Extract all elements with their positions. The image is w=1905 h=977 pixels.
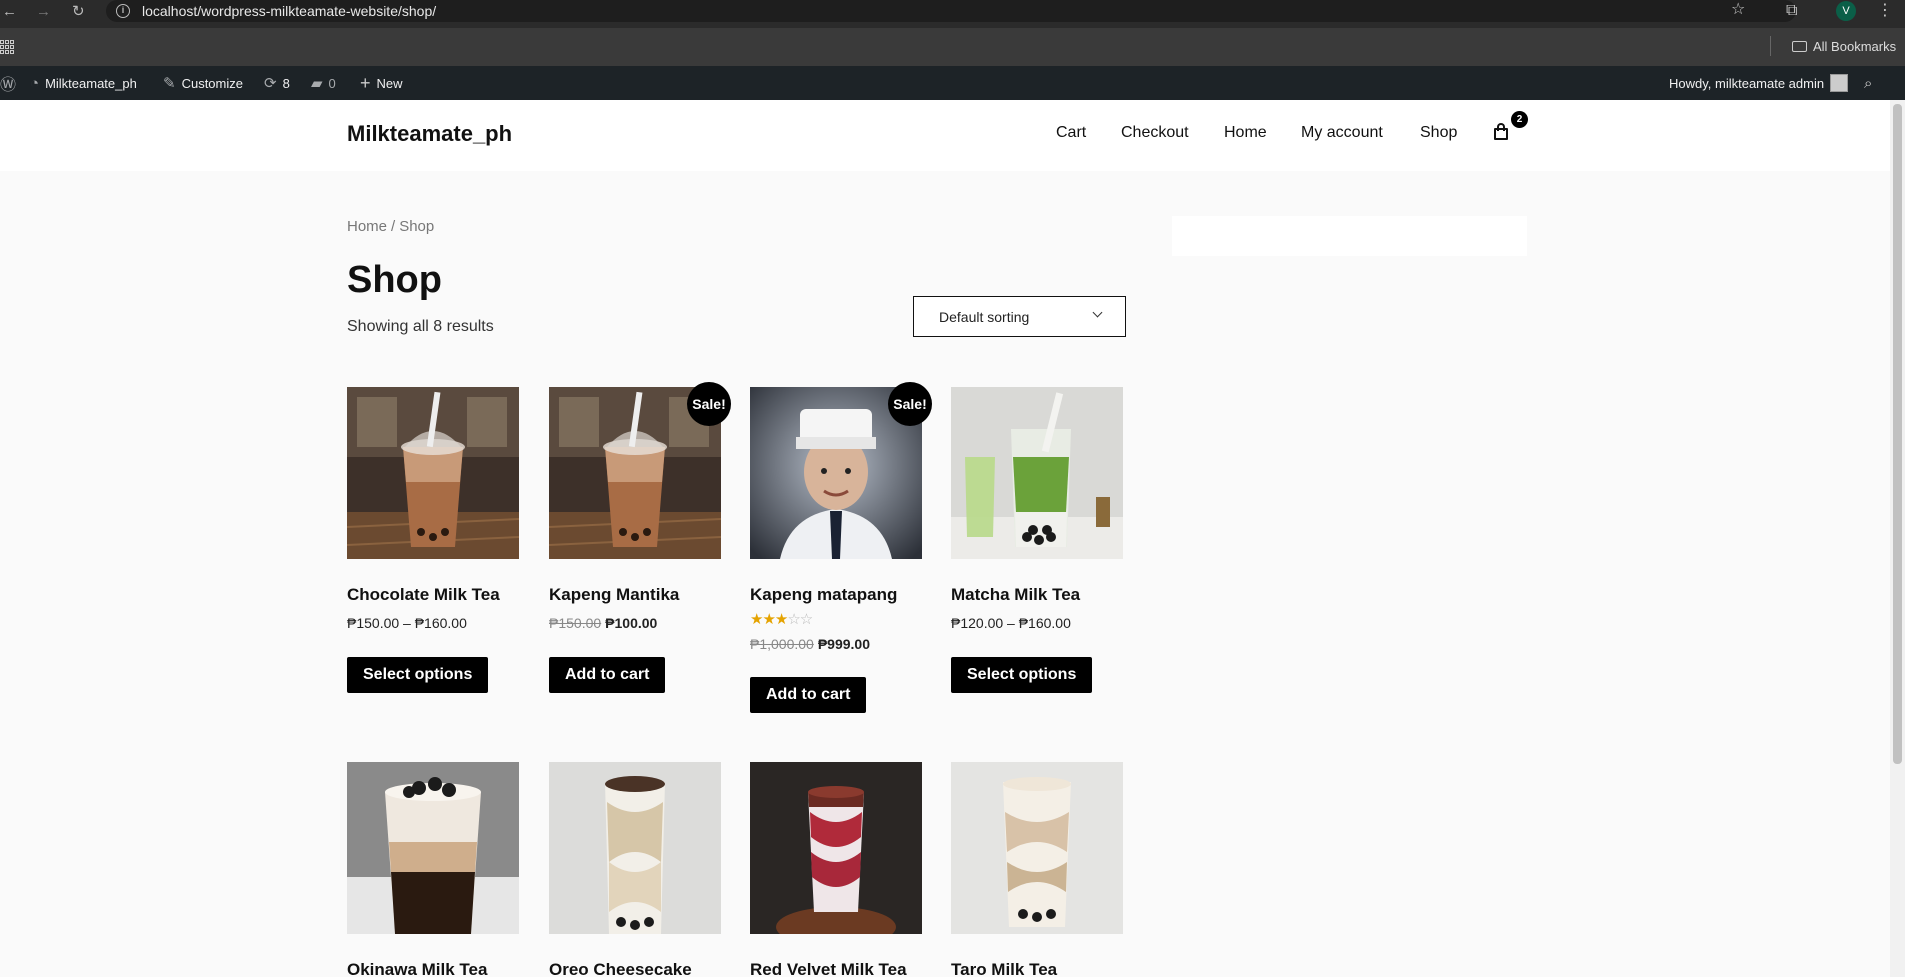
- star-icon: ★★★: [750, 611, 788, 628]
- admin-customize[interactable]: ✎ Customize: [163, 66, 243, 100]
- product-image[interactable]: [549, 762, 721, 934]
- sale-badge: Sale!: [687, 382, 731, 426]
- breadcrumb: Home / Shop: [347, 218, 435, 235]
- product-image[interactable]: [951, 387, 1123, 559]
- chevron-down-icon: [1092, 307, 1103, 318]
- nav-cart[interactable]: Cart: [1056, 124, 1086, 142]
- back-icon[interactable]: ←: [2, 2, 17, 22]
- select-options-button[interactable]: Select options: [951, 657, 1093, 693]
- brush-icon: ✎: [163, 75, 176, 92]
- product-price: ₱150.00 – ₱160.00: [347, 615, 467, 631]
- nav-home[interactable]: Home: [1224, 124, 1267, 142]
- product-title[interactable]: Kapeng Mantika: [549, 585, 679, 605]
- add-to-cart-button[interactable]: Add to cart: [549, 657, 666, 693]
- nav-my-account[interactable]: My account: [1301, 124, 1383, 142]
- admin-updates[interactable]: ⟳ 8: [264, 66, 290, 100]
- product-image[interactable]: [750, 762, 922, 934]
- wp-logo-icon[interactable]: Ⓦ: [0, 66, 16, 100]
- sorting-select[interactable]: Default sorting: [913, 296, 1126, 337]
- admin-search-icon[interactable]: ⌕: [1864, 66, 1872, 100]
- admin-site-name[interactable]: ◔ Milkteamate_ph: [30, 66, 137, 100]
- product-image[interactable]: [951, 762, 1123, 934]
- star-rating: ★★★☆☆: [750, 610, 813, 628]
- admin-avatar: [1830, 74, 1849, 92]
- sidebar-widget: [1172, 216, 1527, 256]
- site-header: [0, 100, 1890, 171]
- updates-icon: ⟳: [264, 75, 277, 92]
- nav-shop[interactable]: Shop: [1420, 124, 1457, 142]
- url-text[interactable]: localhost/wordpress-milkteamate-website/…: [142, 3, 436, 19]
- plus-icon: +: [360, 72, 371, 93]
- admin-new[interactable]: + New: [360, 66, 403, 100]
- browser-toolbar: ← → ↻ i localhost/wordpress-milkteamate-…: [0, 0, 1905, 28]
- bookmarks-divider: [1770, 36, 1771, 56]
- product-title[interactable]: Matcha Milk Tea: [951, 585, 1080, 605]
- cart-count-badge: 2: [1511, 111, 1528, 128]
- select-options-button[interactable]: Select options: [347, 657, 489, 693]
- comment-icon: ▰: [311, 75, 323, 92]
- product-price: ₱1,000.00 ₱999.00: [750, 636, 871, 652]
- admin-my-account[interactable]: Howdy, milkteamate admin: [1669, 66, 1849, 100]
- site-info-icon[interactable]: i: [116, 4, 130, 18]
- site-title[interactable]: Milkteamate_ph: [347, 121, 512, 147]
- wp-admin-bar: Ⓦ ◔ Milkteamate_ph ✎ Customize ⟳ 8 ▰ 0 +…: [0, 66, 1905, 100]
- bookmarks-bar: [0, 28, 1905, 66]
- product-title[interactable]: Oreo Cheesecake: [549, 960, 692, 977]
- product-title[interactable]: Okinawa Milk Tea: [347, 960, 487, 977]
- folder-icon: [1792, 41, 1807, 52]
- product-title[interactable]: Chocolate Milk Tea: [347, 585, 500, 605]
- cart-bag-icon[interactable]: [1494, 123, 1508, 140]
- product-price: ₱120.00 – ₱160.00: [951, 615, 1071, 631]
- forward-icon[interactable]: →: [36, 2, 51, 22]
- add-to-cart-button[interactable]: Add to cart: [750, 677, 867, 713]
- breadcrumb-current: Shop: [399, 218, 435, 235]
- product-title[interactable]: Kapeng matapang: [750, 585, 897, 605]
- product-title[interactable]: Red Velvet Milk Tea: [750, 960, 907, 977]
- scrollbar-thumb[interactable]: [1893, 104, 1902, 764]
- product-image[interactable]: [347, 387, 519, 559]
- admin-comments[interactable]: ▰ 0: [311, 66, 336, 100]
- result-count: Showing all 8 results: [347, 318, 494, 335]
- address-bar[interactable]: i localhost/wordpress-milkteamate-websit…: [106, 0, 1796, 22]
- all-bookmarks-button[interactable]: All Bookmarks: [1792, 39, 1896, 54]
- bookmark-star-icon[interactable]: ☆: [1731, 0, 1745, 20]
- product-image[interactable]: [347, 762, 519, 934]
- extensions-icon[interactable]: ⧉: [1786, 1, 1797, 21]
- reload-icon[interactable]: ↻: [72, 2, 85, 22]
- sorting-selected: Default sorting: [939, 309, 1030, 325]
- all-bookmarks-label: All Bookmarks: [1813, 39, 1897, 54]
- profile-avatar[interactable]: V: [1836, 1, 1856, 21]
- nav-checkout[interactable]: Checkout: [1121, 124, 1189, 142]
- product-price: ₱150.00 ₱100.00: [549, 615, 658, 631]
- page-title: Shop: [347, 259, 442, 301]
- product-title[interactable]: Taro Milk Tea: [951, 960, 1057, 977]
- sale-badge: Sale!: [888, 382, 932, 426]
- dashboard-icon: ◔: [30, 74, 40, 92]
- apps-grid-icon[interactable]: [0, 40, 14, 54]
- browser-menu-icon[interactable]: ⋮: [1877, 1, 1893, 21]
- breadcrumb-home[interactable]: Home: [347, 218, 387, 235]
- star-empty-icon: ☆☆: [787, 611, 813, 628]
